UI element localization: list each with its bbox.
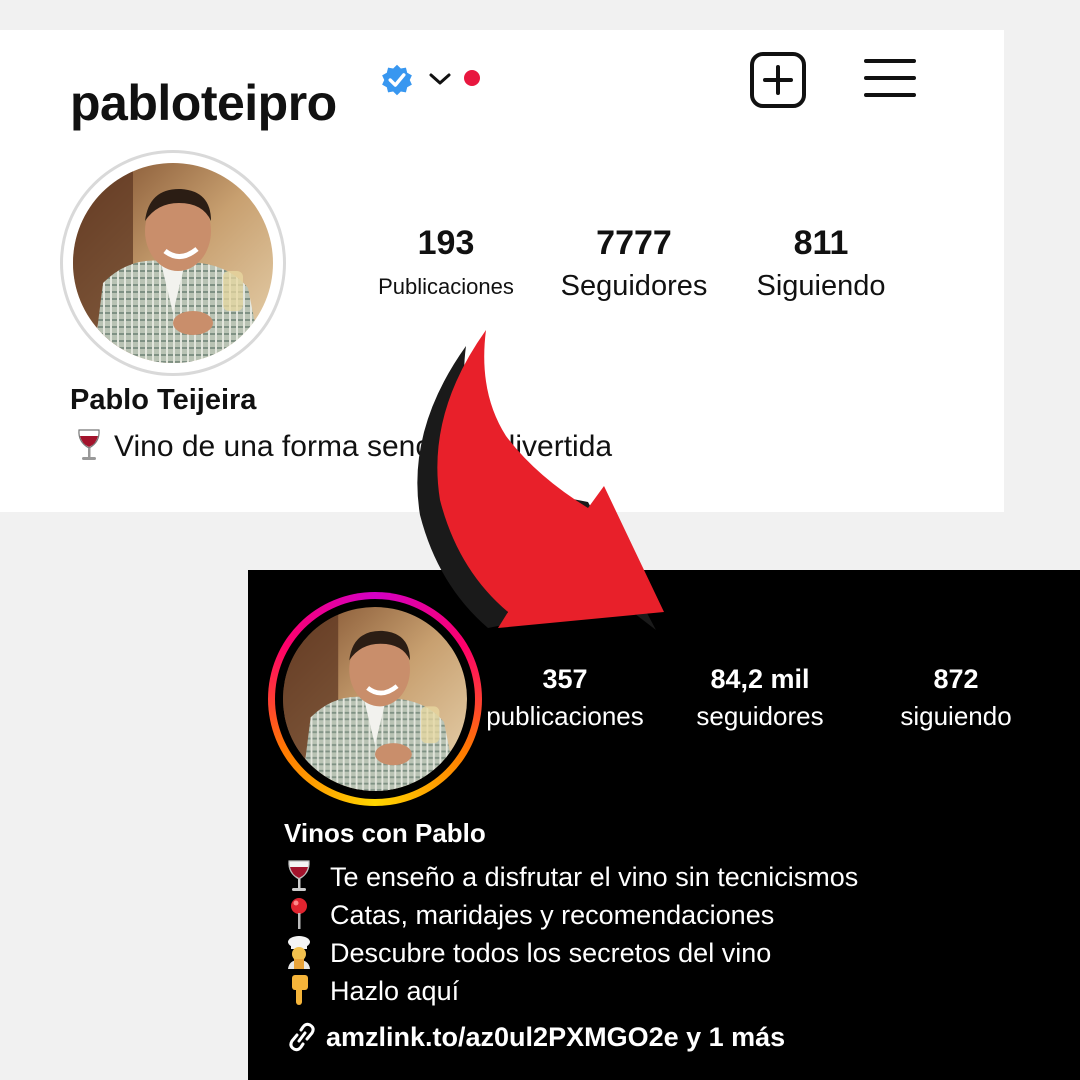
- bio-text: Te enseño a disfrutar el vino sin tecnic…: [284, 858, 858, 1010]
- bio-line-text: Hazlo aquí: [330, 976, 460, 1006]
- stat-posts[interactable]: 193 Publicaciones: [362, 226, 530, 298]
- bio-link-text[interactable]: amzlink.to/az0ul2PXMGO2e y 1 más: [326, 1022, 785, 1052]
- stat-following-label: siguiendo: [900, 701, 1012, 731]
- profile-header-light: pabloteipro 193 Publicaciones 7777 Segui…: [0, 30, 1004, 512]
- stat-posts[interactable]: 357 publicaciones: [474, 664, 656, 731]
- stat-posts-label: publicaciones: [486, 701, 644, 731]
- chevron-down-icon[interactable]: [428, 71, 452, 87]
- new-post-button[interactable]: [750, 52, 806, 108]
- link-icon: [289, 1022, 315, 1052]
- profile-avatar[interactable]: [60, 150, 286, 376]
- bio-text: Vino de una forma sencilla y divertida: [74, 428, 612, 465]
- pushpin-icon: [291, 898, 307, 929]
- stat-following-label: Siguiendo: [756, 270, 886, 302]
- bio-link[interactable]: amzlink.to/az0ul2PXMGO2e y 1 más: [284, 1022, 785, 1052]
- profile-header-dark: 357 publicaciones 84,2 mil seguidores 87…: [248, 570, 1080, 1080]
- stat-following[interactable]: 811 Siguiendo: [744, 226, 898, 301]
- verified-badge-icon: [382, 64, 412, 96]
- bio-line-4: Hazlo aquí: [284, 972, 858, 1010]
- stat-posts-label: Publicaciones: [378, 274, 514, 299]
- chef-icon: [288, 936, 310, 969]
- bio-line-text: Descubre todos los secretos del vino: [330, 938, 772, 968]
- stat-followers-label: Seguidores: [560, 270, 708, 302]
- stat-followers[interactable]: 7777 Seguidores: [548, 226, 720, 301]
- stat-followers-value: 84,2 mil: [710, 664, 810, 694]
- profile-photo: [283, 607, 467, 791]
- stat-followers[interactable]: 84,2 mil seguidores: [680, 664, 840, 731]
- profile-photo: [73, 163, 273, 363]
- stat-posts-value: 193: [417, 224, 475, 262]
- stat-following-value: 872: [933, 664, 979, 694]
- menu-icon[interactable]: [864, 57, 916, 99]
- display-name: Pablo Teijeira: [70, 384, 257, 416]
- bio-line-text: Catas, maridajes y recomendaciones: [330, 900, 775, 930]
- bio-line-text: Te enseño a disfrutar el vino sin tecnic…: [330, 862, 859, 892]
- wine-glass-icon: [288, 860, 310, 891]
- stat-posts-value: 357: [542, 664, 588, 694]
- stat-following[interactable]: 872 siguiendo: [884, 664, 1028, 731]
- display-name: Vinos con Pablo: [284, 818, 486, 848]
- stat-following-value: 811: [793, 224, 849, 262]
- bio-line-2: Catas, maridajes y recomendaciones: [284, 896, 858, 934]
- bio-line: Vino de una forma sencilla y divertida: [114, 430, 613, 463]
- story-ring-avatar[interactable]: [268, 592, 482, 806]
- bio-line-1: Te enseño a disfrutar el vino sin tecnic…: [284, 858, 858, 896]
- plus-icon: [763, 65, 793, 95]
- wine-glass-icon: [78, 429, 100, 460]
- bio-line-3: Descubre todos los secretos del vino: [284, 934, 858, 972]
- username[interactable]: pabloteipro: [70, 78, 337, 128]
- notification-dot: [464, 70, 480, 86]
- stat-followers-value: 7777: [596, 224, 672, 262]
- pointing-down-icon: [292, 975, 308, 1005]
- stat-followers-label: seguidores: [696, 701, 824, 731]
